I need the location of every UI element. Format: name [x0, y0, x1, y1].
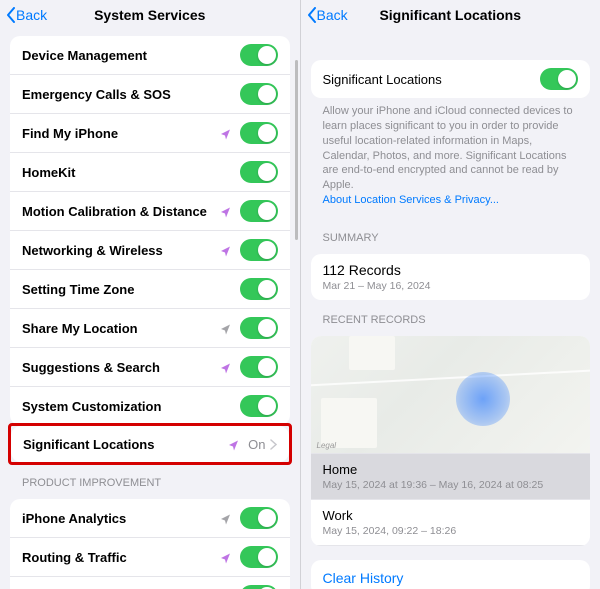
location-arrow-icon [220, 551, 232, 563]
toggle-switch[interactable] [240, 122, 278, 144]
row-networking-wireless[interactable]: Networking & Wireless [10, 231, 290, 270]
row-significant-locations[interactable]: Significant Locations On [11, 426, 289, 462]
row-routing-traffic[interactable]: Routing & Traffic [10, 538, 290, 577]
summary-group: 112 Records Mar 21 – May 16, 2024 [311, 254, 591, 300]
toggle-switch[interactable] [240, 585, 278, 589]
location-arrow-icon [220, 205, 232, 217]
record-title: Home [323, 462, 579, 477]
location-dot-icon [456, 372, 510, 426]
row-setting-time-zone[interactable]: Setting Time Zone [10, 270, 290, 309]
pane-significant-locations: Back Significant Locations Significant L… [301, 0, 600, 589]
row-find-my-iphone[interactable]: Find My iPhone [10, 114, 290, 153]
summary-row[interactable]: 112 Records Mar 21 – May 16, 2024 [311, 254, 591, 300]
row-system-customization[interactable]: System Customization [10, 387, 290, 425]
row-emergency-calls-sos[interactable]: Emergency Calls & SOS [10, 75, 290, 114]
right-scroll[interactable]: Significant Locations Allow your iPhone … [301, 30, 600, 589]
sig-loc-switch-group: Significant Locations [311, 60, 591, 98]
row-label: System Customization [22, 399, 240, 414]
section-header-summary: SUMMARY [311, 218, 591, 248]
chevron-left-icon [307, 7, 317, 23]
row-improve-maps[interactable]: Improve Maps [10, 577, 290, 589]
section-header-product-improvement: PRODUCT IMPROVEMENT [10, 463, 290, 493]
map-legal[interactable]: Legal [317, 441, 337, 450]
toggle-switch[interactable] [240, 507, 278, 529]
row-label: Motion Calibration & Distance [22, 204, 220, 219]
navbar-left: Back System Services [0, 0, 300, 30]
record-title: Work [323, 508, 579, 523]
clear-history-group: Clear History [311, 560, 591, 589]
toggle-switch[interactable] [240, 200, 278, 222]
toggle-switch[interactable] [540, 68, 578, 90]
scrollbar[interactable] [295, 60, 298, 240]
row-homekit[interactable]: HomeKit [10, 153, 290, 192]
row-label: Routing & Traffic [22, 550, 220, 565]
row-label: Find My iPhone [22, 126, 220, 141]
location-arrow-icon [228, 438, 240, 450]
row-label: Networking & Wireless [22, 243, 220, 258]
row-label: Significant Locations [323, 72, 541, 87]
location-arrow-icon [220, 322, 232, 334]
row-label: Suggestions & Search [22, 360, 220, 375]
row-motion-calibration-distance[interactable]: Motion Calibration & Distance [10, 192, 290, 231]
section-header-recent: RECENT RECORDS [311, 300, 591, 330]
row-label: Share My Location [22, 321, 220, 336]
services-group-1: Device Management Emergency Calls & SOS Fi… [10, 36, 290, 425]
records-count: 112 Records [323, 262, 579, 278]
on-value: On [248, 437, 265, 452]
row-share-my-location[interactable]: Share My Location [10, 309, 290, 348]
record-sub: May 15, 2024, 09:22 – 18:26 [323, 525, 579, 537]
toggle-switch[interactable] [240, 83, 278, 105]
pane-system-services: Back System Services Device Management Em… [0, 0, 301, 589]
back-button[interactable]: Back [6, 7, 47, 23]
row-label: Significant Locations [23, 437, 228, 452]
services-group-2: iPhone Analytics Routing & Traffic Improve… [10, 499, 290, 589]
clear-history-button[interactable]: Clear History [311, 560, 591, 589]
row-label: HomeKit [22, 165, 240, 180]
toggle-switch[interactable] [240, 546, 278, 568]
chevron-right-icon [270, 439, 277, 450]
record-sub: May 15, 2024 at 19:36 – May 16, 2024 at … [323, 479, 579, 491]
location-arrow-icon [220, 512, 232, 524]
location-arrow-icon [220, 244, 232, 256]
toggle-switch[interactable] [240, 356, 278, 378]
back-button[interactable]: Back [307, 7, 348, 23]
row-iphone-analytics[interactable]: iPhone Analytics [10, 499, 290, 538]
toggle-switch[interactable] [240, 239, 278, 261]
toggle-switch[interactable] [240, 395, 278, 417]
record-row[interactable]: Home May 15, 2024 at 19:36 – May 16, 2024… [311, 454, 591, 500]
row-label: Device Management [22, 48, 240, 63]
toggle-switch[interactable] [240, 44, 278, 66]
navbar-right: Back Significant Locations [301, 0, 600, 30]
left-scroll[interactable]: Device Management Emergency Calls & SOS Fi… [0, 30, 300, 589]
map-preview[interactable]: Legal [311, 336, 591, 454]
location-privacy-link[interactable]: About Location Services & Privacy... [323, 194, 500, 206]
row-label: Setting Time Zone [22, 282, 240, 297]
recent-records-group: Legal Home May 15, 2024 at 19:36 – May 16… [311, 336, 591, 546]
toggle-switch[interactable] [240, 317, 278, 339]
toggle-switch[interactable] [240, 278, 278, 300]
significant-locations-highlight: Significant Locations On [8, 423, 292, 465]
location-arrow-icon [220, 127, 232, 139]
row-label: Emergency Calls & SOS [22, 87, 240, 102]
row-label: iPhone Analytics [22, 511, 220, 526]
row-suggestions-search[interactable]: Suggestions & Search [10, 348, 290, 387]
sig-loc-description: Allow your iPhone and iCloud connected d… [311, 98, 591, 218]
records-range: Mar 21 – May 16, 2024 [323, 280, 579, 292]
row-device-management[interactable]: Device Management [10, 36, 290, 75]
back-label: Back [317, 7, 348, 23]
location-arrow-icon [220, 361, 232, 373]
toggle-switch[interactable] [240, 161, 278, 183]
back-label: Back [16, 7, 47, 23]
record-row[interactable]: Work May 15, 2024, 09:22 – 18:26 [311, 500, 591, 546]
chevron-left-icon [6, 7, 16, 23]
row-sig-loc-toggle[interactable]: Significant Locations [311, 60, 591, 98]
